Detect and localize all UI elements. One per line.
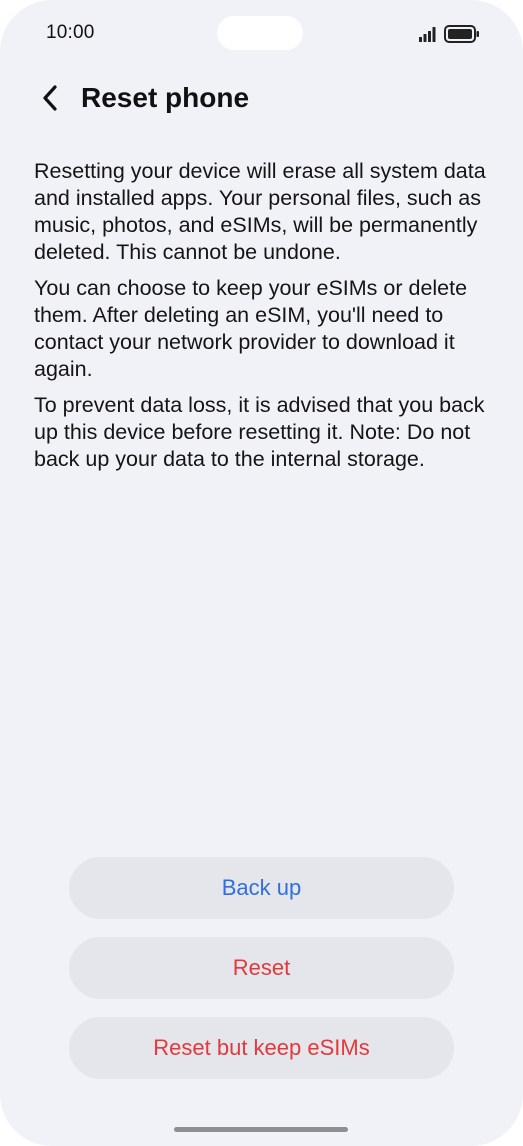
signal-icon — [419, 27, 436, 42]
status-time: 10:00 — [46, 22, 95, 43]
reset-button[interactable]: Reset — [69, 937, 454, 999]
back-up-button[interactable]: Back up — [69, 857, 454, 919]
chevron-left-icon — [43, 85, 57, 111]
battery-icon — [444, 25, 479, 43]
description: Resetting your device will erase all sys… — [34, 158, 496, 482]
camera-pill — [217, 16, 303, 50]
paragraph-erase-warning: Resetting your device will erase all sys… — [34, 159, 486, 264]
home-indicator[interactable] — [174, 1127, 348, 1132]
phone-screen: 10:00 Reset phone Resetting your device … — [0, 0, 523, 1146]
paragraph-esim-info: You can choose to keep your eSIMs or del… — [34, 276, 468, 381]
paragraph-backup-advice: To prevent data loss, it is advised that… — [34, 393, 485, 471]
page-title: Reset phone — [81, 82, 250, 113]
back-button[interactable] — [30, 78, 70, 118]
reset-keep-esims-button[interactable]: Reset but keep eSIMs — [69, 1017, 454, 1079]
